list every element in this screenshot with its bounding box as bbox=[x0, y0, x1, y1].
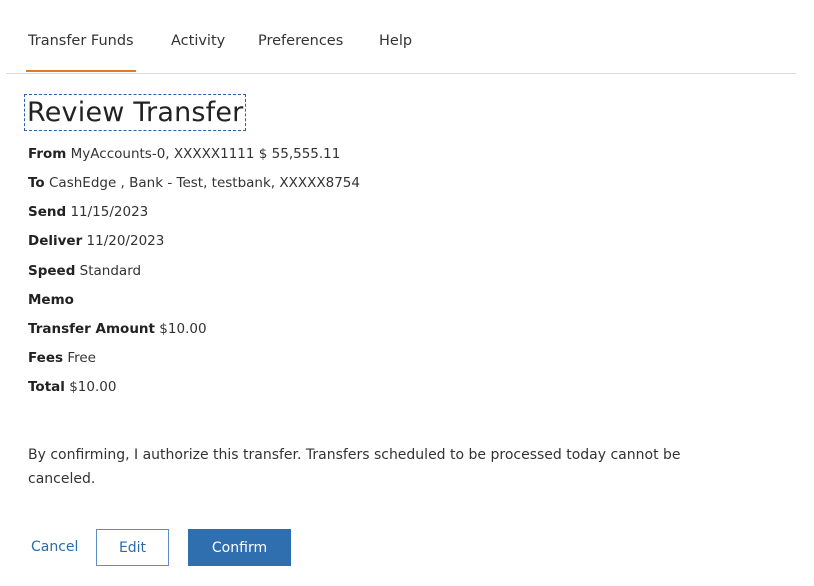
field-fees: Fees Free bbox=[28, 350, 96, 366]
field-memo: Memo bbox=[28, 292, 74, 308]
field-send: Send 11/15/2023 bbox=[28, 204, 148, 220]
field-to: To CashEdge , Bank - Test, testbank, XXX… bbox=[28, 175, 360, 191]
page-title: Review Transfer bbox=[27, 97, 244, 128]
top-nav: Transfer Funds Activity Preferences Help bbox=[6, 0, 796, 74]
field-from: From MyAccounts-0, XXXXX1111 $ 55,555.11 bbox=[28, 146, 340, 162]
field-deliver-value: 11/20/2023 bbox=[86, 233, 165, 249]
field-total-label: Total bbox=[28, 379, 65, 395]
field-send-value: 11/15/2023 bbox=[70, 204, 149, 220]
field-from-label: From bbox=[28, 146, 67, 162]
field-send-label: Send bbox=[28, 204, 67, 220]
field-from-value: MyAccounts-0, XXXXX1111 $ 55,555.11 bbox=[70, 146, 341, 162]
cancel-link[interactable]: Cancel bbox=[31, 539, 78, 555]
field-to-value: CashEdge , Bank - Test, testbank, XXXXX8… bbox=[49, 175, 360, 191]
tab-help[interactable]: Help bbox=[379, 33, 412, 49]
field-memo-label: Memo bbox=[28, 292, 74, 308]
field-transfer-amount-label: Transfer Amount bbox=[28, 321, 155, 337]
field-transfer-amount-value: $10.00 bbox=[159, 321, 207, 337]
page-title-focus-outline: Review Transfer bbox=[24, 94, 247, 131]
field-deliver: Deliver 11/20/2023 bbox=[28, 233, 164, 249]
field-speed-label: Speed bbox=[28, 263, 76, 279]
field-total-value: $10.00 bbox=[69, 379, 117, 395]
field-to-label: To bbox=[28, 175, 45, 191]
authorization-notice: By confirming, I authorize this transfer… bbox=[28, 447, 681, 487]
confirm-button[interactable]: Confirm bbox=[188, 529, 291, 566]
field-transfer-amount: Transfer Amount $10.00 bbox=[28, 321, 207, 337]
field-deliver-label: Deliver bbox=[28, 233, 83, 249]
field-speed: Speed Standard bbox=[28, 263, 141, 279]
edit-button[interactable]: Edit bbox=[96, 529, 169, 566]
field-fees-value: Free bbox=[67, 350, 96, 366]
tab-transfer-funds[interactable]: Transfer Funds bbox=[26, 33, 136, 72]
field-total: Total $10.00 bbox=[28, 379, 116, 395]
tab-activity[interactable]: Activity bbox=[171, 33, 225, 49]
field-fees-label: Fees bbox=[28, 350, 64, 366]
tab-preferences[interactable]: Preferences bbox=[258, 33, 343, 49]
field-speed-value: Standard bbox=[79, 263, 142, 279]
